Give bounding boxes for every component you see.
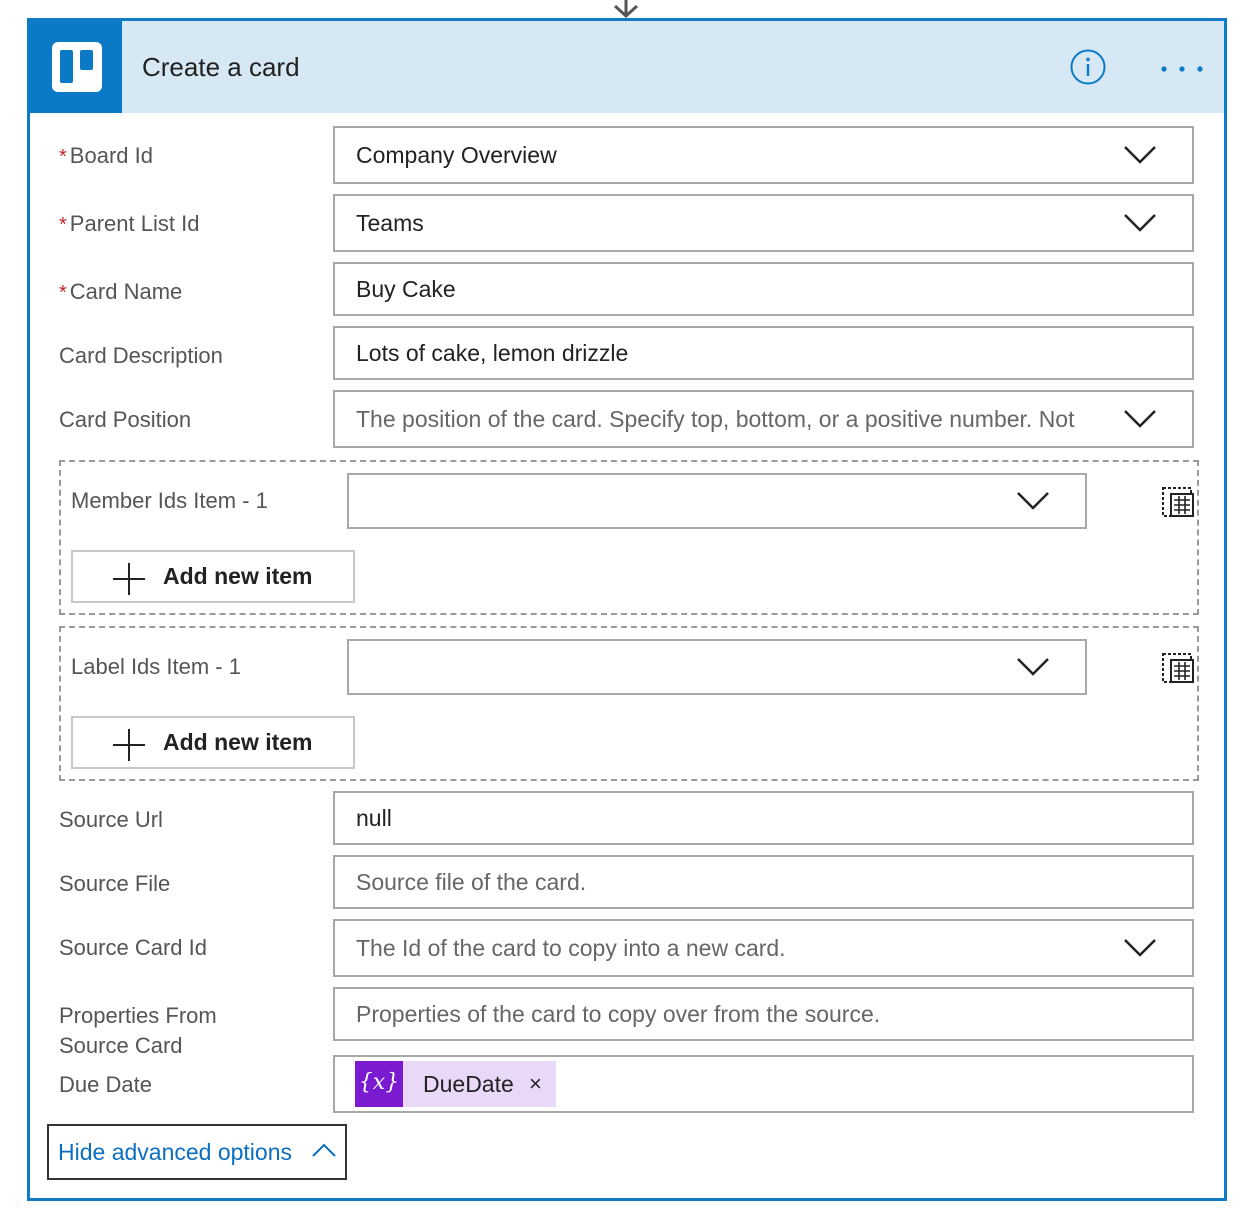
source-card-id-placeholder: The Id of the card to copy into a new ca… [356, 935, 786, 961]
chevron-down-icon[interactable] [1123, 145, 1157, 165]
source-file-placeholder: Source file of the card. [356, 869, 587, 895]
card-description-input[interactable]: Lots of cake, lemon drizzle [333, 326, 1194, 380]
board-id-label: * Board Id [59, 143, 153, 168]
chevron-up-icon [312, 1143, 336, 1157]
add-button-label: Add new item [163, 563, 313, 589]
hide-advanced-options-button[interactable]: Hide advanced options [47, 1124, 347, 1180]
chevron-down-icon[interactable] [1016, 491, 1050, 511]
card-position-placeholder: The position of the card. Specify top, b… [356, 406, 1075, 432]
properties-from-source-label: Properties From Source Card [59, 1003, 217, 1058]
source-url-input[interactable]: null [333, 791, 1194, 845]
label-ids-dropdown[interactable] [347, 639, 1087, 695]
more-icon[interactable] [1160, 65, 1204, 73]
card-position-label: Card Position [59, 407, 192, 432]
properties-from-source-input[interactable]: Properties of the card to copy over from… [333, 987, 1194, 1041]
token-remove-icon[interactable]: × [529, 1061, 542, 1107]
card-description-label: Card Description [59, 343, 223, 368]
card-header[interactable]: Create a card [30, 21, 1224, 113]
card-position-dropdown[interactable]: The position of the card. Specify top, b… [333, 390, 1194, 448]
member-ids-label: Member Ids Item - 1 [71, 488, 268, 513]
member-ids-dropdown[interactable] [347, 473, 1087, 529]
source-card-id-label: Source Card Id [59, 935, 207, 960]
delete-item-icon[interactable] [1161, 650, 1197, 686]
required-marker: * [59, 214, 67, 236]
card-name-input[interactable]: Buy Cake [333, 262, 1194, 316]
source-url-value: null [356, 805, 392, 831]
parent-list-id-dropdown[interactable]: Teams [333, 194, 1194, 252]
trello-icon [52, 42, 102, 92]
delete-item-icon[interactable] [1161, 484, 1197, 520]
action-card: Create a card * Board Id Company Overview… [27, 18, 1227, 1201]
chevron-down-icon[interactable] [1123, 938, 1157, 958]
label-ids-add-button[interactable]: Add new item [71, 716, 355, 769]
card-title: Create a card [142, 52, 300, 82]
hide-advanced-options-label: Hide advanced options [58, 1139, 292, 1165]
board-id-value: Company Overview [356, 142, 557, 168]
expression-icon: {x} [355, 1061, 403, 1107]
card-description-value: Lots of cake, lemon drizzle [356, 340, 629, 366]
source-card-id-dropdown[interactable]: The Id of the card to copy into a new ca… [333, 919, 1194, 977]
due-date-input[interactable]: {x} DueDate × [333, 1055, 1194, 1113]
label-ids-group: Label Ids Item - 1 Add new item [59, 626, 1199, 781]
member-ids-add-button[interactable]: Add new item [71, 550, 355, 603]
plus-icon [113, 729, 145, 761]
token-name: DueDate [423, 1071, 514, 1097]
due-date-token[interactable]: {x} DueDate × [355, 1061, 556, 1107]
add-button-label: Add new item [163, 729, 313, 755]
card-name-value: Buy Cake [356, 276, 456, 302]
properties-from-source-placeholder: Properties of the card to copy over from… [356, 1001, 881, 1027]
chevron-down-icon[interactable] [1123, 409, 1157, 429]
source-file-input[interactable]: Source file of the card. [333, 855, 1194, 909]
info-icon[interactable] [1070, 49, 1106, 85]
chevron-down-icon[interactable] [1016, 657, 1050, 677]
required-marker: * [59, 146, 67, 168]
board-id-dropdown[interactable]: Company Overview [333, 126, 1194, 184]
chevron-down-icon[interactable] [1123, 213, 1157, 233]
source-url-label: Source Url [59, 807, 163, 832]
parent-list-id-value: Teams [356, 210, 424, 236]
source-file-label: Source File [59, 871, 171, 896]
parent-list-id-label: * Parent List Id [59, 211, 200, 236]
due-date-label: Due Date [59, 1072, 152, 1097]
connector-arrow-icon [613, 0, 639, 18]
plus-icon [113, 563, 145, 595]
label-ids-label: Label Ids Item - 1 [71, 654, 241, 679]
required-marker: * [59, 282, 67, 304]
member-ids-group: Member Ids Item - 1 Add new item [59, 460, 1199, 615]
connector-logo [30, 21, 122, 113]
card-name-label: * Card Name [59, 279, 183, 304]
